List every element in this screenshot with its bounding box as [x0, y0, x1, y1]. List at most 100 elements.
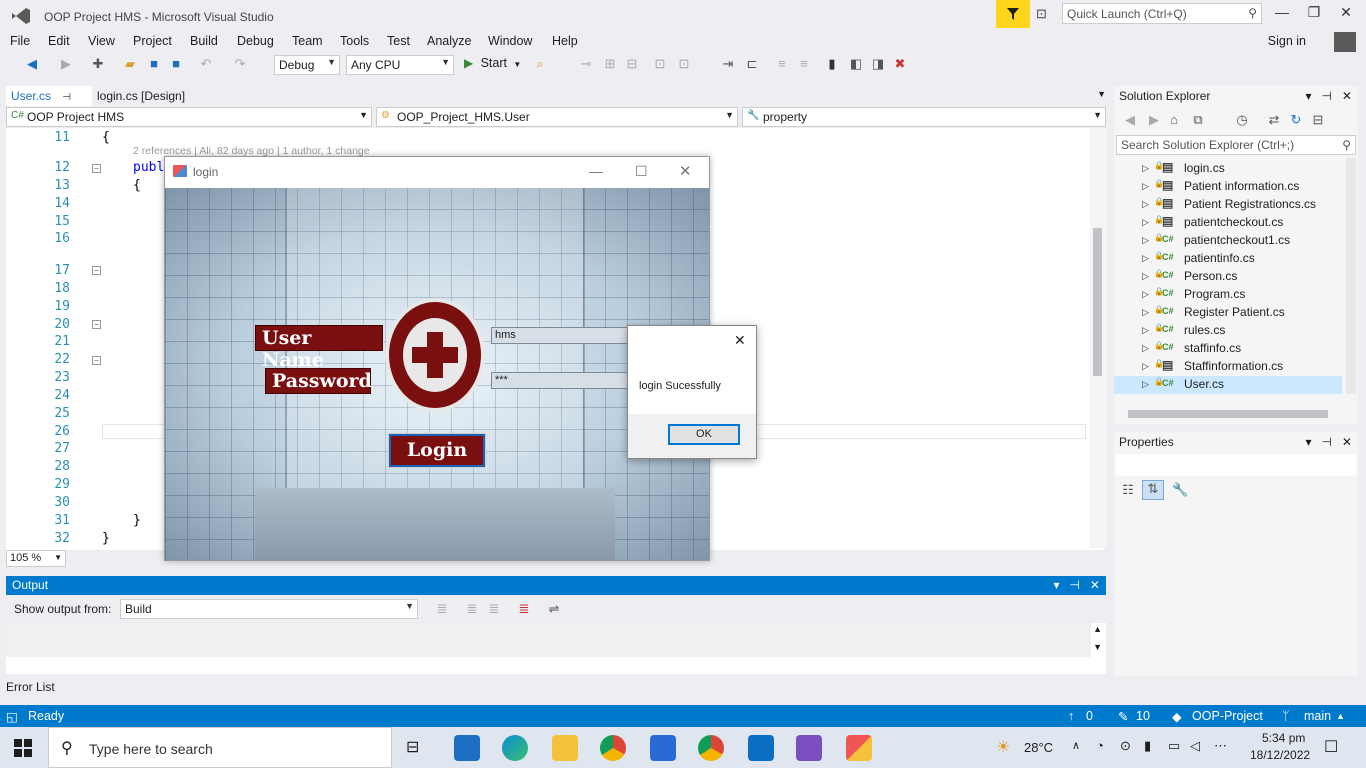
clock-time[interactable]: 5:34 pm — [1262, 731, 1305, 745]
solution-item[interactable]: ▷ 🔒 ▤ Patient information.cs — [1114, 178, 1342, 196]
chevron-up-icon[interactable]: ▲ — [1336, 711, 1345, 721]
find-icon[interactable]: ⌕ — [532, 56, 548, 72]
notification-filter-icon[interactable] — [996, 0, 1030, 28]
meet-icon[interactable]: ⊙ — [1120, 738, 1131, 754]
new-project-icon[interactable]: ✚ — [90, 56, 106, 72]
forward-icon[interactable]: ▶ — [58, 56, 74, 72]
solution-item[interactable]: ▷ 🔒 C# rules.cs — [1114, 322, 1342, 340]
collapse-toggle[interactable]: − — [92, 164, 101, 173]
solution-item[interactable]: ▷ 🔒 ▤ Patient Registrationcs.cs — [1114, 196, 1342, 214]
menu-file[interactable]: File — [10, 34, 30, 48]
prev-bookmark-icon[interactable]: ◧ — [848, 56, 864, 72]
account-avatar-icon[interactable] — [1334, 32, 1356, 52]
store-icon[interactable] — [650, 735, 676, 761]
close-window-button[interactable]: ✕ — [1326, 4, 1366, 21]
uncomment-icon[interactable]: ≡ — [796, 56, 812, 72]
expand-icon[interactable]: ▷ — [1142, 181, 1149, 192]
unpushed-count[interactable]: 0 — [1086, 709, 1093, 723]
expand-icon[interactable]: ▷ — [1142, 289, 1149, 300]
edge-icon[interactable] — [502, 735, 528, 761]
start-button[interactable]: ▶ Start ▼ — [464, 56, 521, 70]
file-explorer-icon[interactable] — [552, 735, 578, 761]
refresh-icon[interactable]: ↻ — [1288, 112, 1304, 128]
pending-changes-icon[interactable]: ◷ — [1234, 112, 1250, 128]
collapse-toggle[interactable]: − — [92, 320, 101, 329]
solution-explorer-search[interactable]: Search Solution Explorer (Ctrl+;) ⚲ — [1116, 135, 1356, 155]
clock-date[interactable]: 18/12/2022 — [1250, 748, 1310, 762]
temperature[interactable]: 28°C — [1024, 740, 1053, 755]
quick-launch-input[interactable]: Quick Launch (Ctrl+Q) ⚲ — [1062, 3, 1262, 24]
network-icon[interactable]: ◔ — [1096, 738, 1104, 753]
clear-bookmarks-icon[interactable]: ✖ — [892, 56, 908, 72]
panel-controls[interactable]: ▾ ⊣ ✕ — [1305, 435, 1352, 449]
menu-build[interactable]: Build — [190, 34, 218, 48]
scroll-down-icon[interactable]: ▼ — [1093, 642, 1102, 652]
pencil-icon[interactable]: ✎ — [1118, 709, 1128, 724]
project-select[interactable]: C# OOP Project HMS ▼ — [6, 107, 372, 127]
feedback-icon[interactable]: ⊡ — [1036, 6, 1047, 22]
taskbar-search[interactable]: ⚲ Type here to search — [48, 727, 392, 768]
bookmark-icon[interactable]: ▮ — [824, 56, 840, 72]
save-icon[interactable]: ■ — [146, 56, 162, 72]
notification-center-icon[interactable]: ☐ — [1324, 737, 1338, 757]
tree-hscrollbar[interactable] — [1128, 410, 1328, 418]
solution-item[interactable]: ▷ 🔒 C# Program.cs — [1114, 286, 1342, 304]
undo-icon[interactable]: ↶ — [198, 56, 214, 72]
mail-icon[interactable] — [454, 735, 480, 761]
editor-scrollbar[interactable] — [1090, 128, 1106, 548]
tree-scrollbar[interactable] — [1346, 158, 1356, 394]
panel-controls[interactable]: ▾ ⊣ ✕ — [1305, 89, 1352, 103]
solution-item[interactable]: ▷ 🔒 ▤ login.cs — [1114, 160, 1342, 178]
solution-item[interactable]: ▷ 🔒 C# Person.cs — [1114, 268, 1342, 286]
visual-studio-icon[interactable] — [796, 735, 822, 761]
output-source-select[interactable]: Build ▼ — [120, 599, 418, 619]
solution-item[interactable]: ▷ 🔒 C# Register Patient.cs — [1114, 304, 1342, 322]
expand-icon[interactable]: ▷ — [1142, 253, 1149, 264]
menu-view[interactable]: View — [88, 34, 115, 48]
redo-icon[interactable]: ↷ — [232, 56, 248, 72]
menu-analyze[interactable]: Analyze — [427, 34, 471, 48]
menu-tools[interactable]: Tools — [340, 34, 369, 48]
password-input[interactable]: *** — [491, 372, 631, 389]
switch-views-icon[interactable]: ⧉ — [1190, 112, 1206, 128]
word-wrap-icon[interactable]: ⇌ — [546, 601, 562, 617]
class-select[interactable]: ⚙ OOP_Project_HMS.User ▼ — [376, 107, 738, 127]
expand-icon[interactable]: ▷ — [1142, 235, 1149, 246]
battery-icon[interactable]: ▭ — [1168, 738, 1180, 754]
prev-message-icon[interactable]: ≣ — [464, 601, 480, 617]
solution-platform-select[interactable]: Any CPU ▼ — [346, 55, 454, 75]
expand-icon[interactable]: ▷ — [1142, 217, 1149, 228]
expand-icon[interactable]: ▷ — [1142, 343, 1149, 354]
chevron-up-icon[interactable]: ∧ — [1072, 739, 1080, 752]
expand-icon[interactable]: ▷ — [1142, 271, 1149, 282]
next-bookmark-icon[interactable]: ◨ — [870, 56, 886, 72]
ok-button[interactable]: OK — [668, 424, 740, 445]
save-all-icon[interactable]: ■ — [168, 56, 184, 72]
categorized-icon[interactable]: ☷ — [1120, 482, 1136, 498]
menu-test[interactable]: Test — [387, 34, 410, 48]
menu-window[interactable]: Window — [488, 34, 532, 48]
minimize-button[interactable]: — — [589, 163, 603, 179]
tab-overflow-icon[interactable]: ▼ — [1097, 89, 1106, 99]
properties-object-select[interactable] — [1116, 454, 1356, 476]
error-list-tab[interactable]: Error List — [6, 680, 55, 694]
back-icon[interactable]: ◀ — [24, 56, 40, 72]
bring-front-icon[interactable]: ⊏ — [744, 56, 760, 72]
vscode-icon[interactable] — [748, 735, 774, 761]
task-view-icon[interactable]: ⊟ — [406, 737, 419, 757]
sync-icon[interactable]: ⇄ — [1266, 112, 1282, 128]
microphone-icon[interactable]: ▮ — [1144, 738, 1151, 754]
open-file-icon[interactable]: ▰ — [122, 56, 138, 72]
member-select[interactable]: 🔧 property ▼ — [742, 107, 1106, 127]
tab-login-design[interactable]: login.cs [Design] — [92, 86, 190, 106]
close-button[interactable]: ✕ — [679, 162, 692, 180]
alphabetical-icon[interactable]: ⇅ — [1142, 480, 1164, 500]
language-icon[interactable]: ⋯ — [1214, 738, 1227, 754]
solution-item[interactable]: ▷ 🔒 C# User.cs — [1114, 376, 1342, 394]
panel-controls[interactable]: ▾ ⊣ ✕ — [1053, 578, 1100, 592]
tab-user-cs[interactable]: User.cs ⊣ ✕ — [6, 86, 92, 117]
repository-name[interactable]: OOP-Project — [1192, 709, 1263, 723]
pending-edits-count[interactable]: 10 — [1136, 709, 1150, 723]
volume-icon[interactable]: ◁ — [1190, 738, 1200, 754]
comment-icon[interactable]: ≡ — [774, 56, 790, 72]
